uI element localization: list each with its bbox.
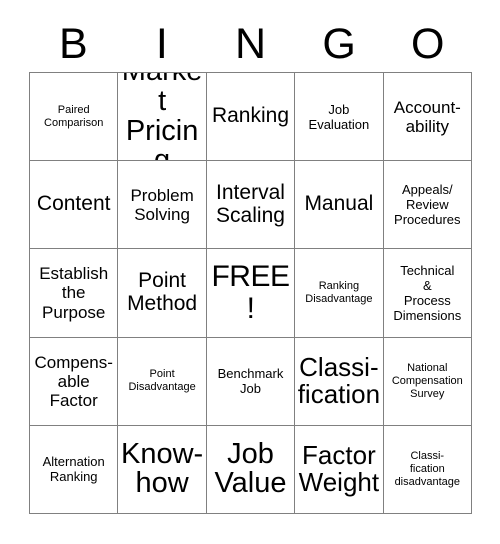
bingo-cell-label: Benchmark Job xyxy=(217,366,284,397)
bingo-cell[interactable]: Point Method xyxy=(118,249,207,338)
bingo-cell-label: Ranking Disadvantage xyxy=(305,280,373,305)
bingo-cell[interactable]: Point Disadvantage xyxy=(118,337,207,426)
bingo-cell[interactable]: Factor Weight xyxy=(295,425,384,514)
bingo-cell[interactable]: Know-how xyxy=(118,425,207,514)
bingo-letter-b: B xyxy=(58,19,88,68)
bingo-cell-label: Account-ability xyxy=(393,97,461,136)
bingo-cell[interactable]: Appeals/Review Procedures xyxy=(383,161,472,250)
bingo-cell-label: FREE! xyxy=(211,260,290,325)
bingo-card: B I N G O PairedComparison MarketPricing R… xyxy=(0,0,500,544)
bingo-cell-label: Manual xyxy=(304,192,374,216)
bingo-header-letters: B I N G O xyxy=(29,16,472,72)
bingo-cell-label: Content xyxy=(36,192,111,216)
bingo-cell-label: Compens-able Factor xyxy=(34,352,113,410)
bingo-cell[interactable]: Interval Scaling xyxy=(206,161,296,250)
bingo-cell[interactable]: Alternation Ranking xyxy=(30,425,119,514)
bingo-cell[interactable]: Classi-fication xyxy=(295,337,384,426)
bingo-letter-o: O xyxy=(410,19,445,68)
bingo-cell-label: Interval Scaling xyxy=(216,181,285,227)
bingo-cell[interactable]: Problem Solving xyxy=(118,161,207,250)
bingo-cell-label: Job Evaluation xyxy=(308,101,370,132)
bingo-cell[interactable]: National Compensation Survey xyxy=(383,337,472,426)
bingo-cell-label: National Compensation Survey xyxy=(391,361,463,400)
bingo-cell[interactable]: Job Evaluation xyxy=(295,73,384,162)
bingo-cell[interactable]: Technical & Process Dimensions xyxy=(383,249,472,338)
bingo-cell-label: Know-how xyxy=(120,437,204,500)
bingo-cell[interactable]: Ranking xyxy=(206,73,296,162)
bingo-free-space[interactable]: FREE! xyxy=(206,249,296,338)
bingo-cell-label: Classi-fication disadvantage xyxy=(394,449,461,488)
bingo-cell-label: Establish the Purpose xyxy=(39,264,109,322)
bingo-cell[interactable]: Ranking Disadvantage xyxy=(295,249,384,338)
bingo-cell-label: Point Method xyxy=(127,269,198,315)
bingo-cell-label: Alternation Ranking xyxy=(42,454,105,485)
bingo-cell-label: MarketPricing xyxy=(122,73,203,162)
bingo-cell[interactable]: Classi-fication disadvantage xyxy=(383,425,472,514)
bingo-cell-label: Factor Weight xyxy=(298,440,380,498)
bingo-cell[interactable]: MarketPricing xyxy=(118,73,207,162)
bingo-grid: PairedComparison MarketPricing Ranking JobE… xyxy=(29,72,472,514)
bingo-cell[interactable]: Benchmark Job xyxy=(206,337,296,426)
bingo-cell-label: Classi-fication xyxy=(297,351,381,410)
bingo-cell[interactable]: Establish the Purpose xyxy=(30,249,119,338)
bingo-letter-i: I xyxy=(155,19,168,68)
bingo-cell-label: Problem Solving xyxy=(130,185,194,224)
bingo-cell-label: Appeals/Review Procedures xyxy=(394,182,461,228)
bingo-cell-label: Job Value xyxy=(214,437,287,500)
bingo-letter-n: N xyxy=(234,19,267,68)
bingo-letter-g: G xyxy=(322,19,356,68)
bingo-cell[interactable]: Compens-able Factor xyxy=(30,337,119,426)
bingo-cell-label: Ranking xyxy=(211,104,290,128)
bingo-cell[interactable]: Job Value xyxy=(206,425,296,514)
bingo-cell[interactable]: Account-ability xyxy=(383,73,472,162)
bingo-cell-label: Paired Comparison xyxy=(44,103,104,129)
bingo-cell[interactable]: Manual xyxy=(295,161,384,250)
bingo-cell[interactable]: Paired Comparison xyxy=(30,73,119,162)
bingo-cell-label: Point Disadvantage xyxy=(128,368,196,394)
bingo-cell[interactable]: Content xyxy=(30,161,119,250)
bingo-cell-label: Technical & Process Dimensions xyxy=(393,262,462,324)
